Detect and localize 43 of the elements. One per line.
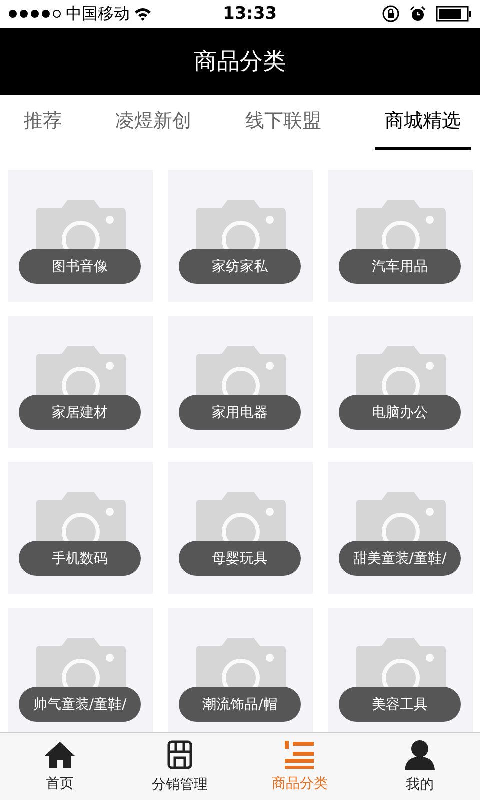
category-card[interactable]: 家纺家私	[168, 170, 313, 302]
nav-tab[interactable]: 分销管理	[120, 733, 240, 800]
category-label: 潮流饰品/帽	[179, 687, 301, 722]
signal-icon	[8, 9, 62, 19]
home-icon	[44, 740, 76, 768]
nav-tab[interactable]: 首页	[0, 733, 120, 800]
wifi-icon	[134, 7, 152, 21]
category-label: 家纺家私	[179, 249, 301, 284]
category-label: 家用电器	[179, 395, 301, 430]
category-label: 美容工具	[339, 687, 461, 722]
alarm-icon	[410, 6, 426, 22]
category-tab[interactable]: 推荐	[24, 95, 62, 150]
category-card[interactable]: 汽车用品	[328, 170, 473, 302]
category-card[interactable]: 电脑办公	[328, 316, 473, 448]
category-card[interactable]: 帅气童装/童鞋/	[8, 608, 153, 732]
category-card[interactable]: 手机数码	[8, 462, 153, 594]
category-tab[interactable]: 凌煜新创	[116, 95, 192, 150]
category-label: 家居建材	[19, 395, 141, 430]
list-icon	[285, 740, 315, 768]
battery-icon	[436, 6, 472, 22]
person-icon	[404, 740, 436, 770]
category-card[interactable]: 母婴玩具	[168, 462, 313, 594]
rotation-lock-icon	[382, 5, 400, 23]
clock-time: 13:33	[222, 4, 278, 24]
category-card[interactable]: 家居建材	[8, 316, 153, 448]
category-label: 电脑办公	[339, 395, 461, 430]
nav-tab[interactable]: 我的	[360, 733, 480, 800]
category-label: 图书音像	[19, 249, 141, 284]
carrier-name: 中国移动	[66, 4, 130, 24]
category-card[interactable]: 家用电器	[168, 316, 313, 448]
category-label: 母婴玩具	[179, 541, 301, 576]
category-tab[interactable]: 线下联盟	[245, 95, 322, 150]
category-label: 手机数码	[19, 541, 141, 576]
category-tab[interactable]: 商城精选	[374, 95, 471, 150]
storefront-icon	[165, 740, 195, 770]
category-card[interactable]: 美容工具	[328, 608, 473, 732]
category-label: 汽车用品	[339, 249, 461, 284]
page-title: 商品分类	[194, 48, 286, 77]
category-card[interactable]: 甜美童装/童鞋/	[328, 462, 473, 594]
category-card[interactable]: 图书音像	[8, 170, 153, 302]
category-label: 甜美童装/童鞋/	[339, 541, 461, 576]
category-label: 帅气童装/童鞋/	[19, 687, 141, 722]
category-card[interactable]: 潮流饰品/帽	[168, 608, 313, 732]
